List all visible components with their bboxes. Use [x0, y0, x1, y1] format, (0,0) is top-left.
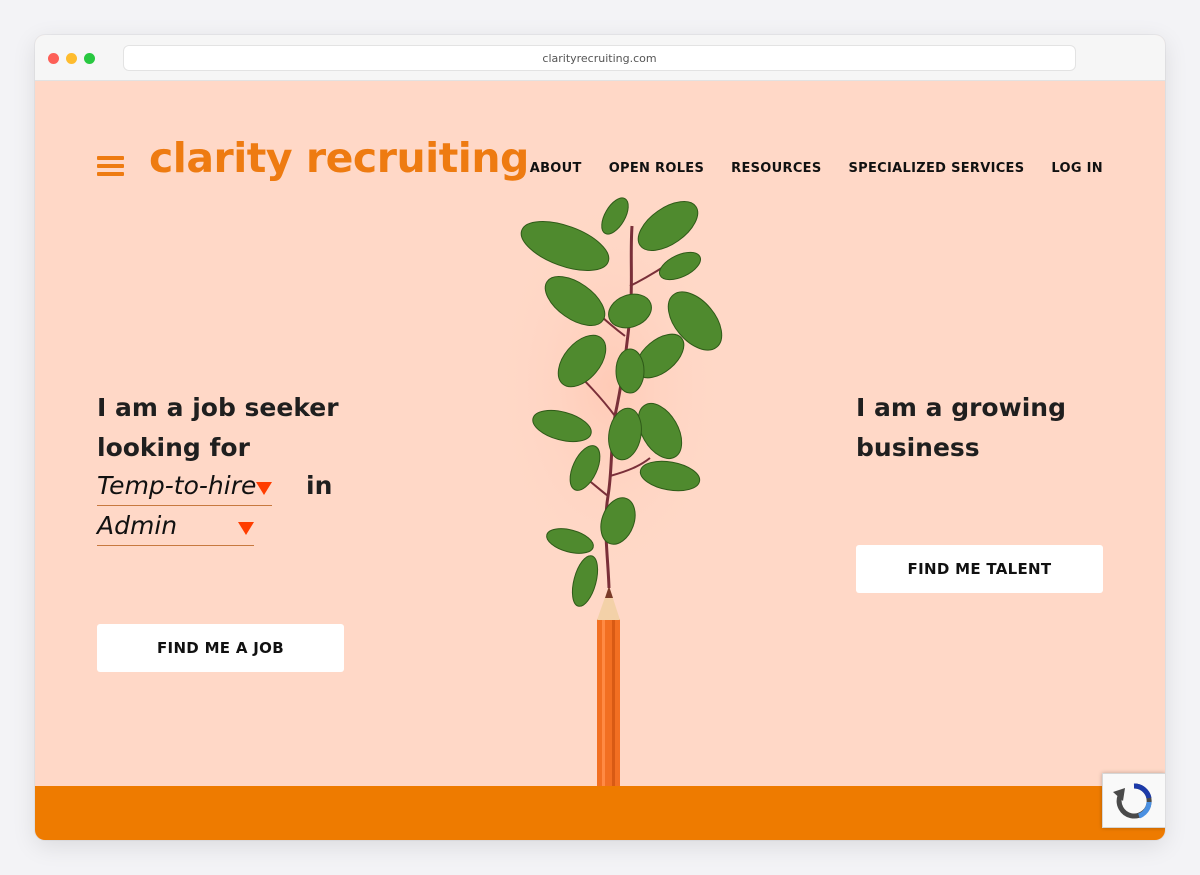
hamburger-icon[interactable]: [97, 156, 124, 176]
job-seeker-panel: I am a job seeker looking for Temp-to-hi…: [97, 388, 397, 548]
category-select[interactable]: Admin: [97, 508, 254, 546]
nav-item-about[interactable]: ABOUT: [530, 161, 582, 176]
pencil-plant-image: [490, 196, 730, 826]
find-talent-button[interactable]: FIND ME TALENT: [856, 545, 1103, 593]
recaptcha-badge[interactable]: [1102, 773, 1165, 828]
close-window-button[interactable]: [48, 53, 59, 64]
footer-bar: [35, 786, 1165, 840]
caret-down-icon: [238, 522, 254, 535]
job-type-row: Temp-to-hire in: [97, 468, 397, 508]
maximize-window-button[interactable]: [84, 53, 95, 64]
main-nav: ABOUT OPEN ROLES RESOURCES SPECIALIZED S…: [530, 161, 1103, 176]
minimize-window-button[interactable]: [66, 53, 77, 64]
business-panel: I am a growing business: [856, 388, 1116, 468]
nav-item-log-in[interactable]: LOG IN: [1051, 161, 1103, 176]
nav-item-resources[interactable]: RESOURCES: [731, 161, 821, 176]
recaptcha-icon: [1113, 783, 1152, 819]
in-label: in: [306, 471, 333, 500]
category-value: Admin: [97, 511, 178, 540]
site-logo[interactable]: clarity recruiting: [149, 134, 529, 182]
category-row: Admin: [97, 508, 397, 548]
caret-down-icon: [256, 482, 272, 495]
seeker-heading-line2: looking for: [97, 433, 250, 462]
find-job-button[interactable]: FIND ME A JOB: [97, 624, 344, 672]
job-type-value: Temp-to-hire: [97, 471, 257, 500]
browser-chrome: clarityrecruiting.com: [35, 35, 1165, 81]
seeker-heading-line1: I am a job seeker: [97, 393, 339, 422]
browser-window: clarityrecruiting.com clarity recruiting…: [35, 35, 1165, 840]
business-heading-line1: I am a growing: [856, 393, 1066, 422]
page-content: clarity recruiting ABOUT OPEN ROLES RESO…: [35, 81, 1165, 840]
job-type-select[interactable]: Temp-to-hire: [97, 468, 272, 506]
nav-item-specialized-services[interactable]: SPECIALIZED SERVICES: [849, 161, 1025, 176]
nav-item-open-roles[interactable]: OPEN ROLES: [609, 161, 704, 176]
business-heading-line2: business: [856, 433, 980, 462]
address-bar[interactable]: clarityrecruiting.com: [123, 45, 1076, 71]
